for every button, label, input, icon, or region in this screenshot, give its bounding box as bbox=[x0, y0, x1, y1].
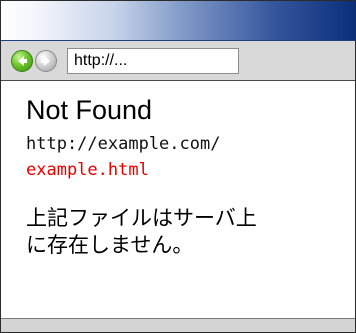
status-bar bbox=[1, 318, 355, 332]
title-bar bbox=[1, 1, 355, 41]
back-button[interactable] bbox=[11, 49, 33, 72]
error-message: 上記ファイルはサーバ上 に存在しません。 bbox=[26, 205, 326, 259]
missing-url-host: http://example.com/ bbox=[26, 134, 221, 154]
page-title: Not Found bbox=[26, 95, 153, 125]
address-bar: http://... bbox=[1, 41, 355, 81]
address-input[interactable]: http://... bbox=[67, 47, 239, 74]
missing-url-file: example.html bbox=[26, 160, 149, 180]
error-message-line2: に存在しません。 bbox=[26, 234, 194, 257]
page-content: Not Found http://example.com/ example.ht… bbox=[1, 81, 355, 259]
error-message-line1: 上記ファイルはサーバ上 bbox=[26, 207, 257, 230]
forward-arrow-icon bbox=[41, 55, 50, 66]
back-arrow-icon bbox=[18, 55, 27, 66]
browser-window: http://... Not Found http://example.com/… bbox=[0, 0, 356, 333]
forward-button[interactable] bbox=[35, 49, 57, 72]
